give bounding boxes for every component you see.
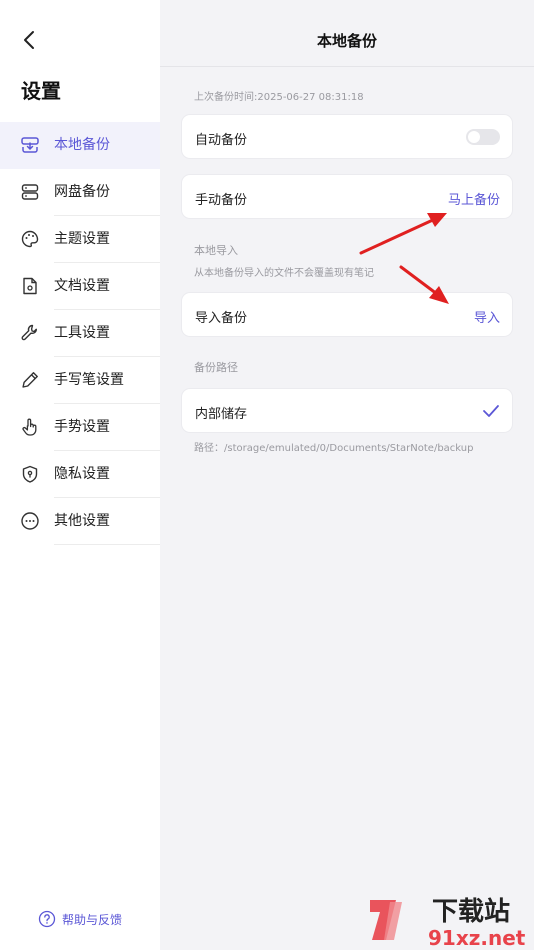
main-header: 本地备份	[160, 0, 534, 67]
back-arrow-icon[interactable]	[18, 28, 42, 52]
checkmark-icon	[483, 405, 499, 417]
sidebar: 设置 本地备份 网盘备份 主题设置 文档设置 工具设置 手写笔设置 手势设置 隐…	[0, 0, 160, 950]
annotation-arrow-icon	[359, 213, 447, 255]
help-feedback-link[interactable]: 帮助与反馈	[38, 910, 122, 928]
import-button[interactable]: 导入	[474, 307, 500, 326]
sidebar-item-theme[interactable]: 主题设置	[0, 216, 160, 263]
sidebar-item-label: 工具设置	[54, 325, 110, 341]
annotation-arrow-icon	[399, 265, 449, 304]
import-backup-row: 导入备份 导入	[181, 292, 513, 337]
internal-storage-label: 内部储存	[195, 407, 248, 422]
import-note: 从本地备份导入的文件不会覆盖现有笔记	[194, 268, 374, 279]
backup-path-text: 路径：/storage/emulated/0/Documents/StarNot…	[194, 443, 474, 454]
hand-pointer-icon	[22, 418, 37, 436]
help-feedback-label: 帮助与反馈	[62, 912, 123, 927]
settings-nav: 本地备份 网盘备份 主题设置 文档设置 工具设置 手写笔设置 手势设置 隐私设置…	[0, 122, 160, 545]
import-backup-label: 导入备份	[195, 311, 248, 326]
sidebar-item-label: 其他设置	[54, 513, 110, 529]
sidebar-item-gesture[interactable]: 手势设置	[0, 404, 160, 451]
main-panel: 本地备份 上次备份时间:2025-06-27 08:31:18 自动备份 手动备…	[160, 0, 534, 950]
palette-icon	[21, 230, 39, 248]
sidebar-item-label: 手写笔设置	[54, 372, 124, 388]
local-import-section-title: 本地导入	[194, 244, 238, 257]
sidebar-item-label: 网盘备份	[54, 184, 110, 200]
more-dots-icon	[21, 512, 39, 530]
auto-backup-label: 自动备份	[195, 133, 248, 148]
backup-download-icon	[21, 137, 39, 153]
sidebar-item-label: 本地备份	[54, 137, 110, 153]
sidebar-item-cloud-backup[interactable]: 网盘备份	[0, 169, 160, 216]
backup-path-section-title: 备份路径	[194, 361, 238, 374]
sidebar-item-other[interactable]: 其他设置	[0, 498, 160, 545]
auto-backup-toggle[interactable]	[466, 129, 500, 145]
manual-backup-label: 手动备份	[195, 193, 248, 208]
sidebar-item-label: 隐私设置	[54, 466, 110, 482]
sidebar-item-privacy[interactable]: 隐私设置	[0, 451, 160, 498]
divider	[54, 544, 160, 545]
question-circle-icon	[38, 910, 56, 928]
auto-backup-row: 自动备份	[181, 114, 513, 159]
shield-icon	[22, 465, 38, 483]
document-gear-icon	[23, 277, 37, 295]
watermark-line1: 下载站	[432, 897, 510, 927]
watermark-logo: 下载站 91xz.net	[370, 897, 526, 950]
server-icon	[21, 184, 39, 200]
sidebar-item-tools[interactable]: 工具设置	[0, 310, 160, 357]
sidebar-item-document[interactable]: 文档设置	[0, 263, 160, 310]
sidebar-item-label: 文档设置	[54, 278, 110, 294]
sidebar-item-local-backup[interactable]: 本地备份	[0, 122, 160, 169]
manual-backup-row: 手动备份 马上备份	[181, 174, 513, 219]
watermark-line2: 91xz.net	[428, 926, 526, 950]
wrench-icon	[21, 324, 38, 341]
sidebar-item-label: 主题设置	[54, 231, 110, 247]
settings-title: 设置	[21, 79, 61, 103]
backup-now-button[interactable]: 马上备份	[448, 189, 500, 208]
sidebar-item-label: 手势设置	[54, 419, 110, 435]
internal-storage-row[interactable]: 内部储存	[181, 388, 513, 433]
page-title: 本地备份	[316, 32, 377, 50]
pen-icon	[22, 372, 38, 388]
sidebar-item-stylus[interactable]: 手写笔设置	[0, 357, 160, 404]
toggle-knob	[468, 131, 480, 143]
last-backup-time: 上次备份时间:2025-06-27 08:31:18	[194, 92, 364, 103]
